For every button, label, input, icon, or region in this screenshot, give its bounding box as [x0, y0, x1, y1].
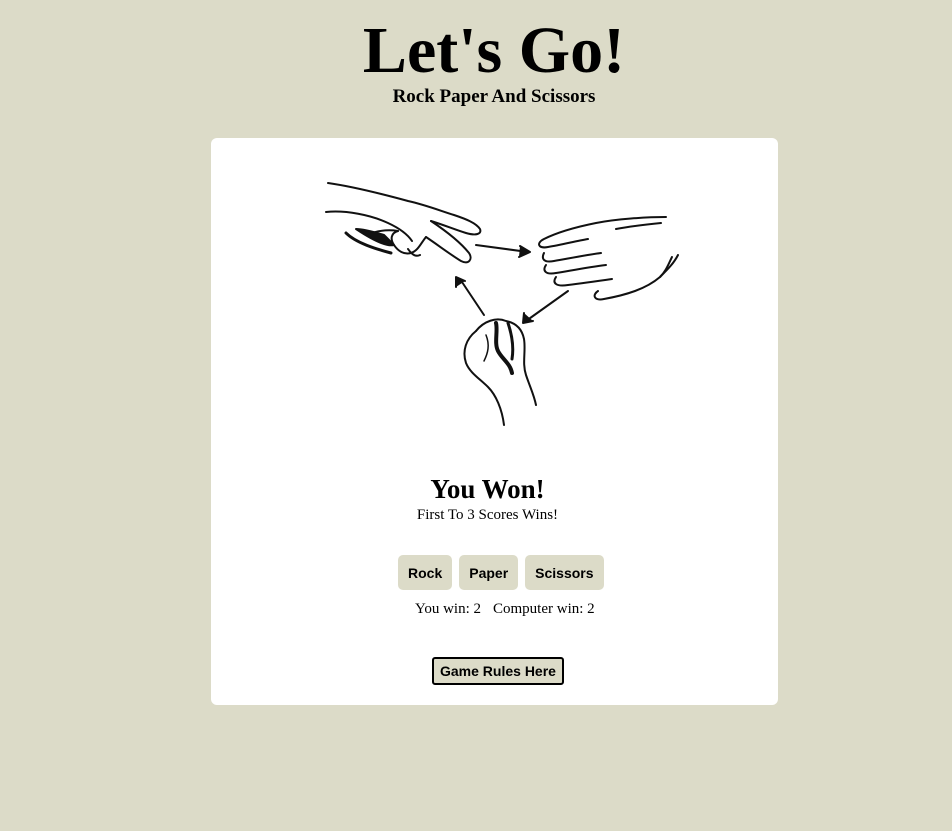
- page: Let's Go! Rock Paper And Scissors You Wo…: [0, 0, 952, 831]
- scoreboard: You win: 2 Computer win: 2: [415, 600, 595, 618]
- scissors-hand-icon: [325, 182, 482, 264]
- game-result: You Won!: [430, 474, 545, 504]
- rock-paper-scissors-illustration: [325, 182, 679, 426]
- paper-button[interactable]: Paper: [459, 555, 519, 590]
- page-subtitle: Rock Paper And Scissors: [392, 86, 596, 107]
- game-rules-button[interactable]: Game Rules Here: [432, 657, 564, 685]
- computer-score: Computer win: 2: [493, 601, 595, 617]
- rock-button[interactable]: Rock: [398, 555, 453, 590]
- player-score: You win: 2: [415, 601, 481, 617]
- page-title: Let's Go!: [362, 14, 626, 87]
- choice-buttons: Rock Paper Scissors: [398, 555, 604, 590]
- scissors-button[interactable]: Scissors: [525, 555, 604, 590]
- arrow-icon: [522, 290, 569, 324]
- arrow-icon: [455, 276, 485, 316]
- arrow-icon: [475, 244, 531, 258]
- game-card: You Won! First To 3 Scores Wins! Rock Pa…: [211, 138, 778, 705]
- rock-fist-icon: [463, 318, 537, 426]
- win-condition-text: First To 3 Scores Wins!: [416, 507, 559, 523]
- paper-hand-icon: [538, 216, 679, 301]
